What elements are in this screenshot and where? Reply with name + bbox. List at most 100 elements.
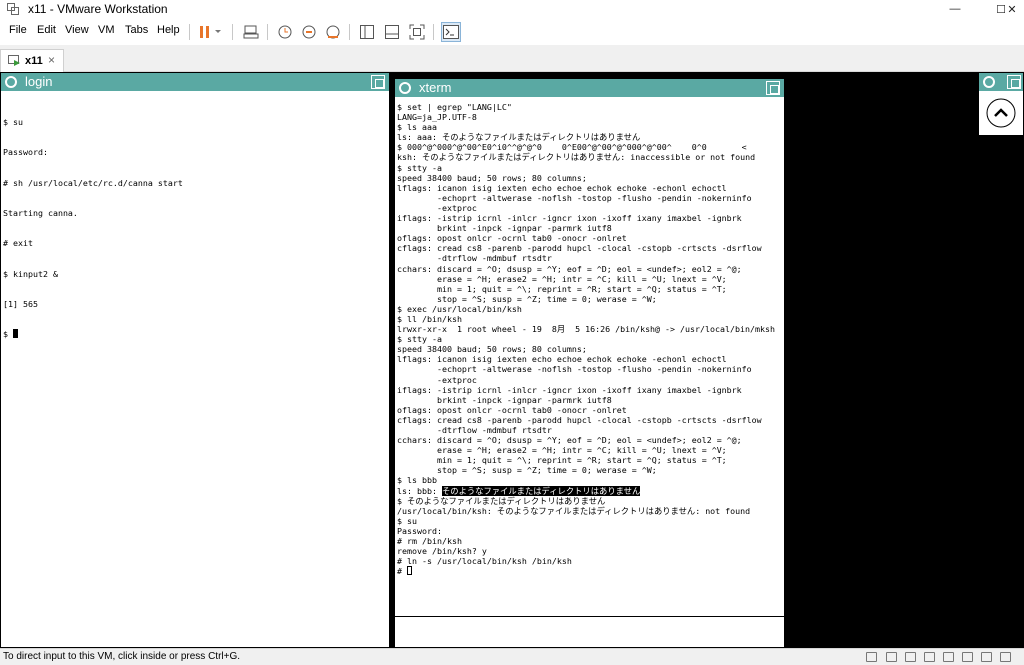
login-titlebar[interactable]: login <box>1 73 389 91</box>
terminal-line: ls: aaa: そのようなファイルまたはディレクトリはありません <box>397 132 641 143</box>
hard-disk-icon[interactable] <box>866 652 877 662</box>
vm-tab-strip: x11 × <box>0 45 1024 72</box>
login-title: login <box>25 74 53 89</box>
terminal-line: iflags: -istrip icrnl -inlcr -igncr ixon… <box>397 384 742 395</box>
window-menu-icon[interactable] <box>983 76 995 88</box>
window-menu-icon[interactable] <box>399 82 411 94</box>
terminal-line: cchars: discard = ^O; dsusp = ^Y; eof = … <box>397 435 742 446</box>
terminal-line: oflags: opost onlcr -ocrnl tab0 -onocr -… <box>397 233 627 244</box>
menu-tabs[interactable]: Tabs <box>125 24 148 36</box>
close-button[interactable]: ✕ <box>1000 0 1024 18</box>
terminal-line: -dtrflow -mdmbuf rtsdtr <box>397 253 552 264</box>
xterm-titlebar[interactable]: xterm <box>395 79 784 97</box>
terminal-line: $ そのようなファイルまたはディレクトリはありません <box>397 495 606 506</box>
terminal-line: [1] 565 <box>3 298 38 309</box>
terminal-line: lflags: icanon isig iexten echo echoe ec… <box>397 354 727 365</box>
terminal-line: ksh: そのようなファイルまたはディレクトリはありません: inaccessi… <box>397 152 756 163</box>
full-screen-icon[interactable] <box>407 22 427 42</box>
terminal-line: # exit <box>3 238 33 249</box>
terminal-line: $ ls aaa <box>397 122 437 133</box>
prompt: $ <box>3 329 13 340</box>
tab-label: x11 <box>25 55 43 67</box>
maximize-icon[interactable] <box>766 81 780 95</box>
message-log-icon[interactable] <box>1000 652 1011 662</box>
cd-dvd-icon[interactable] <box>886 652 897 662</box>
login-terminal[interactable]: $ su Password: # sh /usr/local/etc/rc.d/… <box>3 97 183 359</box>
right-window[interactable] <box>978 72 1024 136</box>
vm-console[interactable]: login $ su Password: # sh /usr/local/etc… <box>0 72 1024 648</box>
terminal-line: brkint -inpck -ignpar -parmrk iutf8 <box>397 223 612 234</box>
terminal-line: min = 1; quit = ^\; reprint = ^R; start … <box>397 283 727 294</box>
terminal-line: Password: <box>397 525 442 536</box>
sound-card-icon[interactable] <box>943 652 954 662</box>
usb-controller-icon[interactable] <box>924 652 935 662</box>
menu-vm[interactable]: VM <box>98 24 115 36</box>
tab-close-icon[interactable]: × <box>48 53 55 67</box>
terminal-line: speed 38400 baud; 50 rows; 80 columns; <box>397 344 587 355</box>
show-thumbnail-bar-icon[interactable] <box>382 22 402 42</box>
minimize-button[interactable]: — <box>932 0 978 18</box>
xterm-terminal[interactable]: $ set | egrep "LANG|LC" LANG=ja_JP.UTF-8 $… <box>397 102 775 576</box>
text-cursor <box>407 566 412 576</box>
up-arrow-icon[interactable] <box>985 97 1017 129</box>
terminal-line: $ stty -a <box>397 334 442 345</box>
terminal-line: -extproc <box>397 374 477 385</box>
selected-text: そのようなファイルまたはディレクトリはありません <box>441 485 641 496</box>
terminal-line: Starting canna. <box>3 208 78 219</box>
terminal-line: $ kinput2 & <box>3 268 58 279</box>
status-message: To direct input to this VM, click inside… <box>3 651 241 662</box>
toolbar-separator <box>433 24 434 40</box>
terminal-line: $ 000^@^000^@^00^E0^i0^^@^@^0 0^E00^@^00… <box>397 142 747 153</box>
send-ctrl-alt-del-icon[interactable] <box>241 22 261 42</box>
xterm-bottom-border <box>395 616 784 617</box>
terminal-line: lflags: icanon isig iexten echo echoe ec… <box>397 182 727 193</box>
maximize-icon[interactable] <box>371 75 385 89</box>
login-window[interactable]: login $ su Password: # sh /usr/local/etc… <box>0 72 390 648</box>
terminal-line: -extproc <box>397 202 477 213</box>
terminal-line: speed 38400 baud; 50 rows; 80 columns; <box>397 172 587 183</box>
terminal-line: stop = ^S; susp = ^Z; time = 0; werase =… <box>397 465 657 476</box>
terminal-line: $ su <box>3 117 23 128</box>
terminal-line: cchars: discard = ^O; dsusp = ^Y; eof = … <box>397 263 742 274</box>
terminal-line: ls: bbb: そのようなファイルまたはディレクトリはありません <box>397 485 775 496</box>
terminal-line: $ stty -a <box>397 162 442 173</box>
terminal-line: lrwxr-xr-x 1 root wheel - 19 8月 5 16:26 … <box>397 324 775 335</box>
menu-toolbar: File Edit View VM Tabs Help <box>0 18 1024 45</box>
prompt: # <box>397 566 407 577</box>
terminal-line: cflags: cread cs8 -parenb -parodd hupcl … <box>397 243 762 254</box>
right-window-titlebar[interactable] <box>979 73 1023 91</box>
xterm-window[interactable]: xterm $ set | egrep "LANG|LC" LANG=ja_JP.… <box>394 78 785 648</box>
terminal-line: # rm /bin/ksh <box>397 536 462 547</box>
terminal-line: iflags: -istrip icrnl -inlcr -igncr ixon… <box>397 213 742 224</box>
menu-file[interactable]: File <box>9 24 27 36</box>
xterm-title: xterm <box>419 80 452 95</box>
network-adapter-icon[interactable] <box>905 652 916 662</box>
menu-view[interactable]: View <box>65 24 89 36</box>
menu-help[interactable]: Help <box>157 24 180 36</box>
revert-snapshot-icon[interactable] <box>299 22 319 42</box>
vm-running-icon <box>8 55 20 66</box>
toolbar-separator <box>189 24 190 40</box>
snapshot-manager-icon[interactable] <box>323 22 343 42</box>
terminal-line: Password: <box>3 147 48 158</box>
printer-icon[interactable] <box>962 652 973 662</box>
terminal-line: $ ll /bin/ksh <box>397 313 462 324</box>
toolbar-separator <box>267 24 268 40</box>
window-title: x11 - VMware Workstation <box>28 2 168 16</box>
terminal-line: /usr/local/bin/ksh: そのようなファイルまたはディレクトリはあ… <box>397 505 751 516</box>
snapshot-icon[interactable] <box>275 22 295 42</box>
maximize-icon[interactable] <box>1007 75 1021 89</box>
show-library-icon[interactable] <box>357 22 377 42</box>
menu-edit[interactable]: Edit <box>37 24 56 36</box>
tab-x11[interactable]: x11 × <box>0 49 64 72</box>
pause-dropdown-chevron-icon[interactable] <box>212 22 224 42</box>
terminal-line: # <box>397 566 775 576</box>
console-view-icon[interactable] <box>441 22 461 42</box>
display-icon[interactable] <box>981 652 992 662</box>
window-menu-icon[interactable] <box>5 76 17 88</box>
terminal-text: ls: bbb: <box>397 485 442 496</box>
vmware-logo-icon <box>7 3 19 15</box>
terminal-line: stop = ^S; susp = ^Z; time = 0; werase =… <box>397 293 657 304</box>
status-bar: To direct input to this VM, click inside… <box>0 648 1024 665</box>
terminal-line: brkint -inpck -ignpar -parmrk iutf8 <box>397 394 612 405</box>
